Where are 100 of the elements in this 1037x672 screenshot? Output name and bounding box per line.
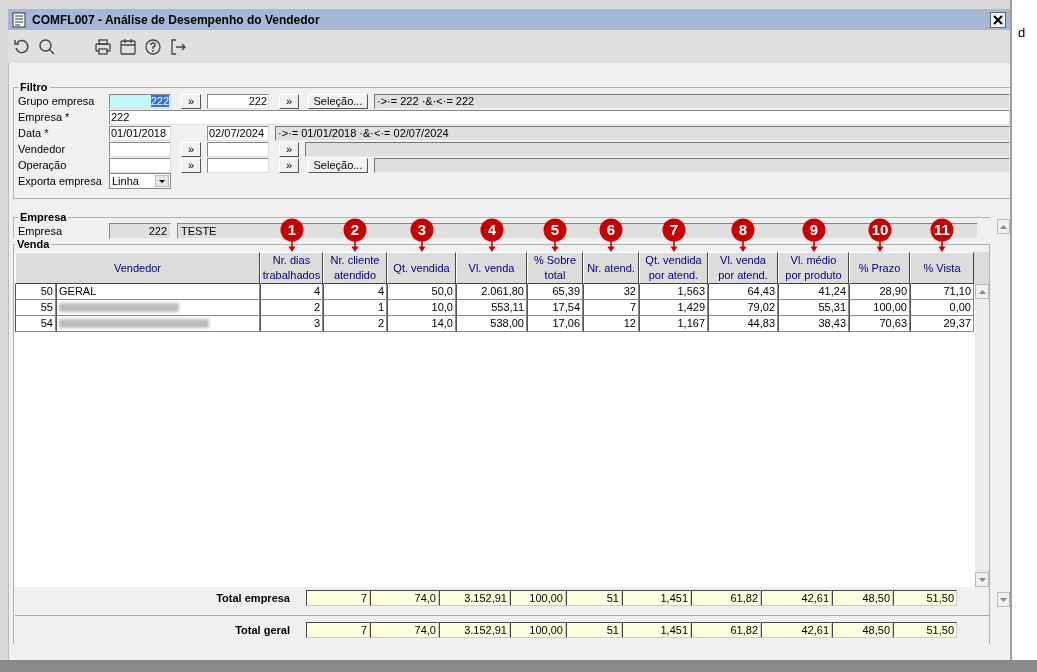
column-header[interactable]: % Vista — [910, 252, 974, 284]
print-icon[interactable] — [94, 37, 112, 56]
table-cell: 4 — [323, 284, 387, 300]
total-cell: 100,00 — [510, 590, 566, 606]
table-cell: 64,43 — [708, 284, 778, 300]
total-cell: 3.152,91 — [439, 622, 510, 638]
help-icon[interactable] — [144, 37, 162, 56]
input-field[interactable]: 02/07/2024 — [207, 125, 269, 141]
document-icon — [12, 11, 26, 28]
total-cell: 74,0 — [370, 590, 439, 606]
table-cell: 1 — [323, 300, 387, 316]
table-cell: 100,00 — [849, 300, 910, 316]
table-cell: 54 — [15, 316, 56, 332]
table-cell: 79,02 — [708, 300, 778, 316]
input-field[interactable] — [109, 141, 171, 157]
total-cell: 3.152,91 — [439, 590, 510, 606]
table-cell: 71,10 — [910, 284, 974, 300]
total-cell: 51 — [566, 622, 622, 638]
group-title: Empresa — [19, 211, 68, 223]
input-field[interactable] — [207, 141, 269, 157]
table-cell: 70,63 — [849, 316, 910, 332]
down-arrow-icon[interactable] — [978, 577, 986, 582]
total-cell: 42,61 — [761, 622, 832, 638]
column-header[interactable]: Vl. venda — [456, 252, 527, 284]
field-label: Exporta empresa — [18, 175, 103, 187]
field-label: Empresa — [18, 225, 64, 237]
table-cell: 28,90 — [849, 284, 910, 300]
exit-icon[interactable] — [169, 37, 187, 56]
column-header[interactable]: Qt. vendida — [387, 252, 456, 284]
more-button[interactable]: » — [279, 141, 299, 157]
refresh-icon[interactable] — [13, 37, 31, 56]
column-header[interactable]: Vendedor — [15, 252, 260, 284]
table-cell: 2 — [260, 300, 323, 316]
total-label: Total empresa — [215, 592, 291, 604]
selection-button[interactable]: Seleção... — [308, 157, 368, 173]
dropdown-arrow-icon[interactable] — [155, 175, 169, 187]
close-button[interactable] — [990, 11, 1006, 28]
total-cell: 42,61 — [761, 590, 832, 606]
total-cell: 7 — [306, 622, 370, 638]
table-cell: 55 — [15, 300, 56, 316]
more-button[interactable]: » — [279, 157, 299, 173]
column-header[interactable]: Qt. vendida por atend. — [639, 252, 708, 284]
search-icon[interactable] — [38, 37, 56, 56]
table-cell: 1,429 — [639, 300, 708, 316]
field-label: Data * — [18, 127, 50, 139]
up-arrow-icon[interactable] — [1000, 224, 1007, 229]
group-title: Filtro — [19, 81, 49, 93]
table-cell: 50 — [15, 284, 56, 300]
table-cell: 0,00 — [910, 300, 974, 316]
company-code-field: 222 — [109, 223, 171, 239]
table-cell: 44,83 — [708, 316, 778, 332]
field-label: Grupo empresa — [18, 95, 96, 107]
background-text: d — [1018, 25, 1026, 40]
more-button[interactable]: » — [279, 93, 299, 109]
column-header[interactable]: Vl. médio por produto — [778, 252, 849, 284]
column-header[interactable]: Vl. venda por atend. — [708, 252, 778, 284]
more-button[interactable]: » — [181, 157, 201, 173]
table-cell: 17,06 — [527, 316, 583, 332]
table-cell: 12 — [583, 316, 639, 332]
more-button[interactable]: » — [181, 141, 201, 157]
table-cell: 17,54 — [527, 300, 583, 316]
column-header[interactable]: Nr. atend. — [583, 252, 639, 284]
input-field[interactable] — [109, 157, 171, 173]
scrollbar[interactable] — [997, 219, 1010, 607]
input-field[interactable]: 01/01/2018 — [109, 125, 171, 141]
summary-field: ·>·= 222 ·&·<·= 222 — [374, 93, 1010, 109]
table-cell: 14,0 — [387, 316, 456, 332]
column-header[interactable]: % Sobre total — [527, 252, 583, 284]
total-cell: 61,82 — [691, 622, 761, 638]
calendar-icon[interactable] — [119, 37, 137, 56]
table-cell: GERAL — [56, 284, 260, 300]
total-cell: 61,82 — [691, 590, 761, 606]
total-cell: 100,00 — [510, 622, 566, 638]
up-arrow-icon[interactable] — [978, 289, 986, 294]
total-cell: 1,451 — [622, 622, 691, 638]
selection-button[interactable]: Seleção... — [308, 93, 368, 109]
table-cell: 538,00 — [456, 316, 527, 332]
column-header[interactable]: % Prazo — [849, 252, 910, 284]
table-cell: 38,43 — [778, 316, 849, 332]
more-button[interactable]: » — [181, 93, 201, 109]
field-label: Operação — [18, 159, 68, 171]
dropdown[interactable]: Linha — [109, 173, 171, 189]
input-field[interactable]: 222 — [109, 93, 171, 109]
column-header[interactable]: Nr. cliente atendido — [323, 252, 387, 284]
input-field[interactable]: 222 — [109, 109, 1010, 125]
table-cell: 1,167 — [639, 316, 708, 332]
column-header[interactable]: Nr. dias trabalhados — [260, 252, 323, 284]
input-field[interactable]: 222 — [207, 93, 269, 109]
total-label: Total geral — [234, 624, 291, 636]
window-title: COMFL007 - Análise de Desempenho do Vendedor — [32, 12, 321, 27]
down-arrow-icon[interactable] — [1000, 597, 1007, 602]
scrollbar[interactable] — [975, 284, 989, 587]
total-cell: 51 — [566, 590, 622, 606]
total-cell: 51,50 — [893, 622, 957, 638]
total-cell: 7 — [306, 590, 370, 606]
table-cell: 65,39 — [527, 284, 583, 300]
total-cell: 1,451 — [622, 590, 691, 606]
table-cell: 1,563 — [639, 284, 708, 300]
input-field[interactable] — [207, 157, 269, 173]
table-cell: 2.061,80 — [456, 284, 527, 300]
